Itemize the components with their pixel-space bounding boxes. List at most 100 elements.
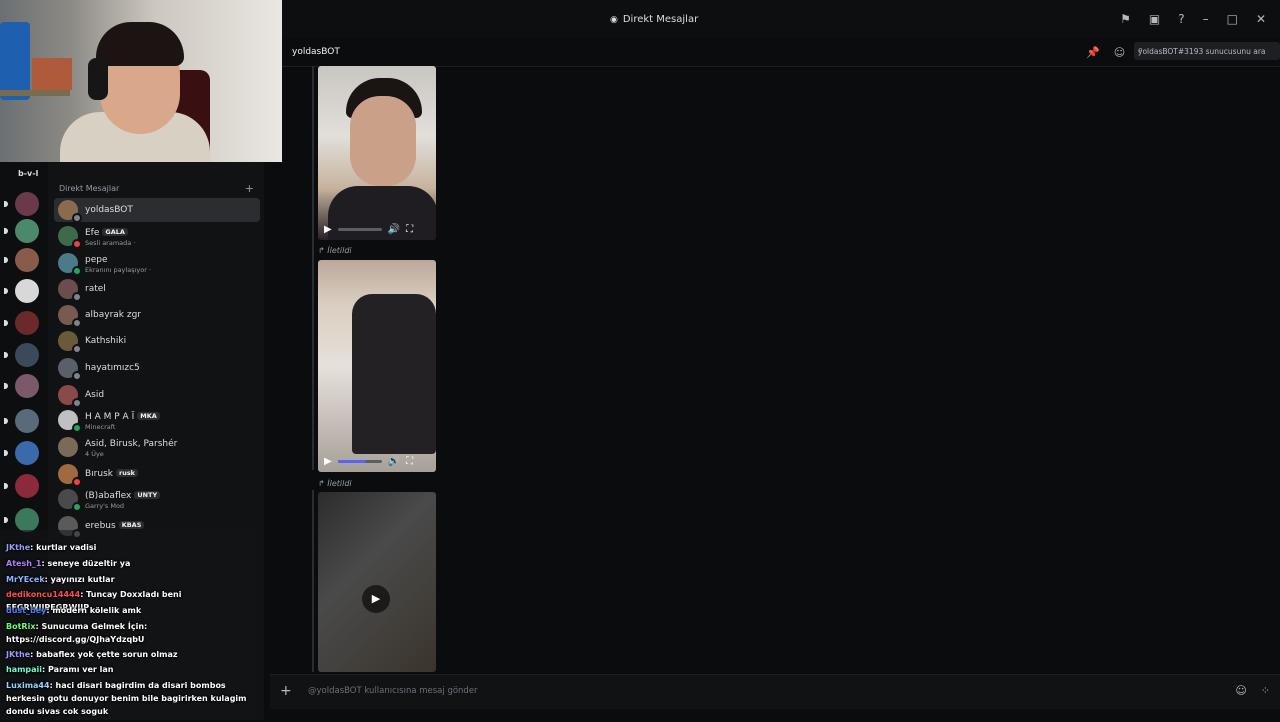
dm-name: pepe xyxy=(85,255,108,265)
server-tag: KBAS xyxy=(118,521,145,529)
dm-name: albayrak zgr xyxy=(85,310,141,320)
status-indicator xyxy=(72,371,82,381)
server-icon[interactable] xyxy=(15,219,39,243)
dm-item[interactable]: ratel xyxy=(54,277,260,302)
chat-username: JKthe xyxy=(6,543,31,552)
screen-share-icon[interactable]: ▣ xyxy=(1149,12,1160,26)
server-icon[interactable] xyxy=(15,409,39,433)
dm-name: H A M P A Ï MKA xyxy=(85,412,160,422)
video-attachment[interactable]: ▶ 🔊 ⛶ xyxy=(318,260,436,472)
maximize-button[interactable]: □ xyxy=(1227,12,1238,26)
server-icon[interactable] xyxy=(15,441,39,465)
search-box[interactable]: yoldasBOT#3193 sunucusunu ara ⌕ xyxy=(1134,42,1280,60)
server-icon[interactable] xyxy=(15,279,39,303)
add-friend-icon[interactable]: ☺ xyxy=(1114,46,1125,59)
dm-item[interactable]: (B)abaflex UNTY Garry's Mod xyxy=(54,487,260,512)
server-tag: UNTY xyxy=(134,491,161,499)
books-shape xyxy=(32,58,72,90)
help-icon[interactable]: ? xyxy=(1178,12,1184,26)
server-icon[interactable] xyxy=(15,343,39,367)
close-button[interactable]: ✕ xyxy=(1256,12,1266,26)
chat-text: babaflex yok çette sorun olmaz xyxy=(36,650,178,659)
chat-message: BotRix: Sunucuma Gelmek İçin: https://di… xyxy=(6,620,252,646)
chat-message: JKthe: kurtlar vadisi xyxy=(6,541,252,554)
video-controls: ▶ 🔊 ⛶ xyxy=(318,218,436,240)
dm-item[interactable]: yoldasBOT xyxy=(54,198,260,223)
dm-activity: Sesli aramada · xyxy=(85,239,136,247)
volume-icon[interactable]: 🔊 xyxy=(388,456,400,467)
create-dm-icon[interactable]: + xyxy=(245,182,254,195)
thread-line xyxy=(312,66,314,470)
channel-header: yoldasBOT 📌 ☺ yoldasBOT#3193 sunucusunu … xyxy=(282,38,1280,67)
dm-item[interactable]: Asid xyxy=(54,383,260,408)
window-title: ◉ Direkt Mesajlar xyxy=(610,14,699,25)
fullscreen-icon[interactable]: ⛶ xyxy=(406,456,413,467)
play-icon[interactable]: ▶ xyxy=(324,456,332,467)
video-attachment[interactable]: ▶ xyxy=(318,492,436,672)
emoji-icon[interactable]: ☺ xyxy=(1235,684,1246,697)
chat-text: kurtlar vadisi xyxy=(36,543,97,552)
chat-username: MrYEcek xyxy=(6,575,45,584)
status-indicator xyxy=(72,292,82,302)
server-icon[interactable] xyxy=(15,508,39,532)
status-indicator xyxy=(72,318,82,328)
forwarded-label: ↱ İletildi xyxy=(318,246,352,255)
dm-item[interactable]: Efe GALA Sesli aramada · xyxy=(54,224,260,249)
dm-name: Asid, Birusk, Parshér xyxy=(85,439,178,449)
chat-message: JKthe: babaflex yok çette sorun olmaz xyxy=(6,648,252,661)
channel-header-icons: 📌 ☺ xyxy=(1086,46,1125,59)
server-tag: GALA xyxy=(102,228,128,236)
status-indicator xyxy=(72,423,82,433)
dm-name: Efe GALA xyxy=(85,228,128,238)
flag-icon[interactable]: ⚑ xyxy=(1120,12,1131,26)
play-icon[interactable]: ▶ xyxy=(324,224,332,235)
dm-item[interactable]: Kathshiki xyxy=(54,329,260,354)
volume-slider[interactable] xyxy=(337,227,382,231)
chat-username: Atesh_1 xyxy=(6,559,42,568)
dm-item[interactable]: H A M P A Ï MKA Minecraft xyxy=(54,408,260,433)
pin-icon[interactable]: 📌 xyxy=(1086,46,1100,59)
dm-item[interactable]: hayatımızc5 xyxy=(54,356,260,381)
chat-username: dedikoncu14444 xyxy=(6,590,81,599)
chat-text: yayınızı kutlar xyxy=(50,575,115,584)
server-icon[interactable] xyxy=(15,248,39,272)
server-icon[interactable] xyxy=(15,474,39,498)
dm-name: Kathshiki xyxy=(85,336,127,346)
dm-item[interactable]: Asid, Birusk, Parshér 4 Üye xyxy=(54,435,260,459)
chat-text: seneye düzeltir ya xyxy=(47,559,131,568)
headset-shape xyxy=(88,58,108,100)
dm-item[interactable]: pepe Ekranını paylaşıyor · xyxy=(54,251,260,276)
chat-text: Paramı ver lan xyxy=(48,665,114,674)
video-attachment[interactable]: ▶ 🔊 ⛶ xyxy=(318,66,436,240)
video-frame-shape xyxy=(350,96,416,186)
shelf-shape xyxy=(0,90,70,96)
video-controls: ▶ 🔊 ⛶ xyxy=(318,450,436,472)
play-button[interactable]: ▶ xyxy=(362,585,390,613)
server-icon[interactable] xyxy=(15,192,39,216)
server-folder-label[interactable]: b-v-l xyxy=(18,169,38,178)
chat-username: hampaii xyxy=(6,665,43,674)
fullscreen-icon[interactable]: ⛶ xyxy=(406,224,413,235)
avatar xyxy=(58,437,78,457)
dm-item[interactable]: albayrak zgr xyxy=(54,303,260,328)
status-indicator xyxy=(72,477,82,487)
volume-slider[interactable] xyxy=(337,459,382,463)
titlebar-icons: ⚑ ▣ ? – □ ✕ xyxy=(1120,12,1266,26)
channel-name: yoldasBOT xyxy=(292,47,340,57)
volume-icon[interactable]: 🔊 xyxy=(388,224,400,235)
status-indicator xyxy=(72,266,82,276)
dm-item[interactable]: Bırusk rusk xyxy=(54,462,260,487)
dm-name: (B)abaflex UNTY xyxy=(85,491,161,501)
message-input[interactable]: @yoldasBOT kullanıcısına mesaj gönder xyxy=(308,686,478,696)
minimize-button[interactable]: – xyxy=(1203,12,1209,26)
attach-icon[interactable]: + xyxy=(280,683,292,699)
server-tag: MKA xyxy=(137,412,160,420)
server-icon[interactable] xyxy=(15,374,39,398)
dm-name: yoldasBOT xyxy=(85,205,133,215)
webcam-overlay xyxy=(0,0,282,162)
status-indicator xyxy=(72,344,82,354)
apps-icon[interactable]: ⁘ xyxy=(1261,684,1270,697)
dm-header: Direkt Mesajlar xyxy=(59,184,120,193)
person-hair xyxy=(96,22,184,66)
server-icon[interactable] xyxy=(15,311,39,335)
